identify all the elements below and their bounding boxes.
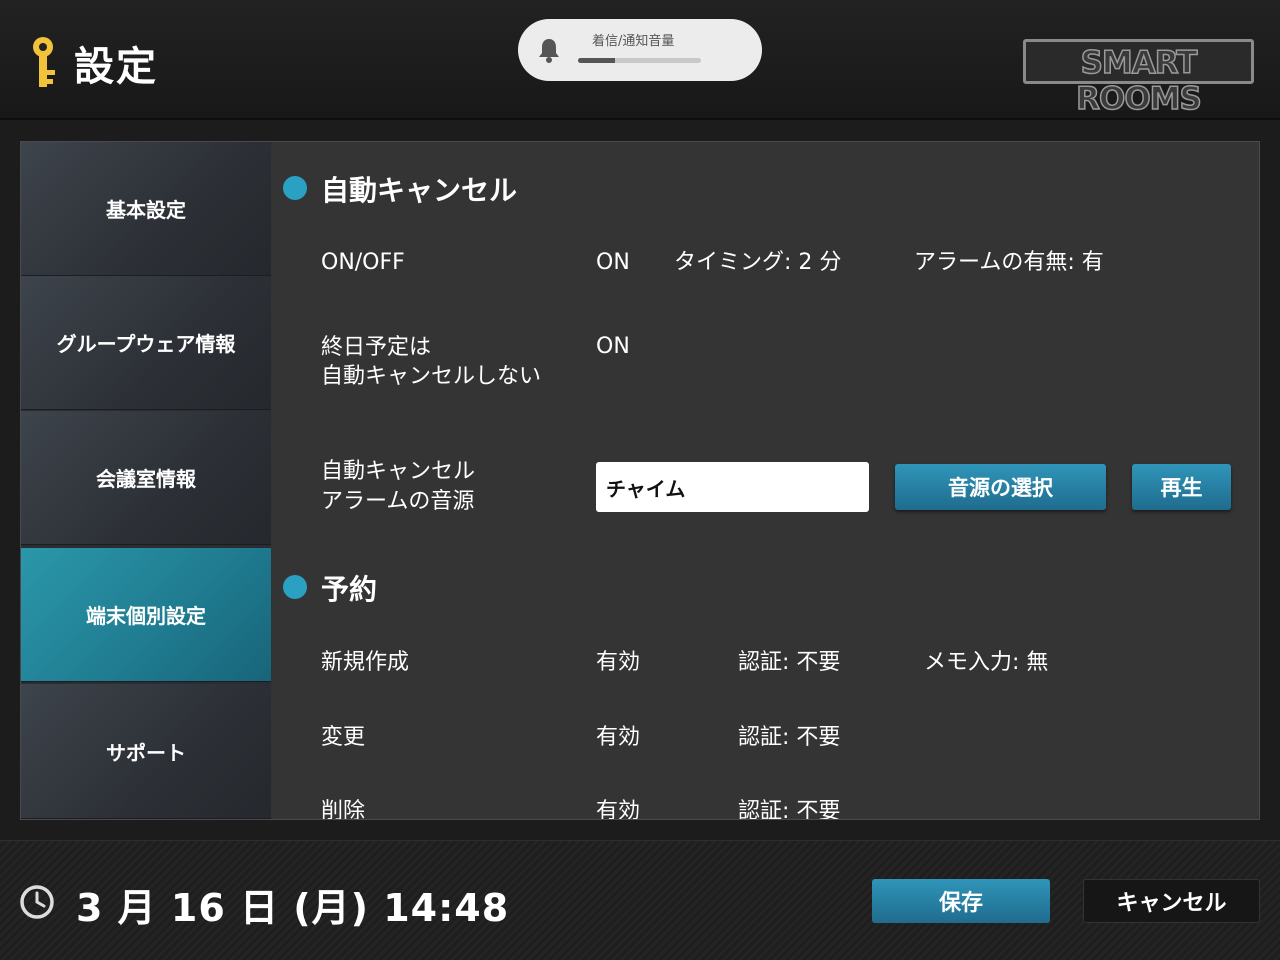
settings-panel: 基本設定 グループウェア情報 会議室情報 端末個別設定 サポート 自動キャンセル… — [20, 141, 1260, 820]
delete-booking-status: 有効 — [596, 799, 641, 819]
alarm-sound-label-line2: アラームの音源 — [321, 489, 475, 514]
sidebar-item-label: 基本設定 — [106, 198, 186, 222]
bell-icon — [539, 39, 559, 63]
sidebar-item-label: 端末個別設定 — [86, 604, 206, 628]
logo-text: SMART ROOMS — [1075, 44, 1202, 118]
volume-control[interactable]: 着信/通知音量 — [518, 19, 762, 81]
onoff-label: ON/OFF — [321, 250, 405, 275]
onoff-value: ON — [596, 250, 630, 275]
allday-value: ON — [596, 334, 630, 359]
footer: 3 月 16 日 (月) 14:48 保存 キャンセル — [0, 840, 1280, 960]
volume-label: 着信/通知音量 — [592, 34, 675, 49]
sidebar-item-support[interactable]: サポート — [21, 684, 271, 819]
cancel-button[interactable]: キャンセル — [1083, 879, 1260, 923]
timing-value: タイミング: 2 分 — [674, 250, 842, 275]
change-booking-status: 有効 — [596, 725, 641, 750]
play-button[interactable]: 再生 — [1132, 464, 1231, 510]
settings-content[interactable]: 自動キャンセル ON/OFF ON タイミング: 2 分 アラームの有無: 有 … — [272, 142, 1259, 819]
delete-booking-label: 削除 — [321, 799, 366, 819]
section-bullet-icon — [283, 575, 307, 599]
volume-slider[interactable] — [578, 58, 701, 63]
current-datetime: 3 月 16 日 (月) 14:48 — [76, 886, 510, 930]
sidebar-item-label: グループウェア情報 — [56, 332, 236, 356]
alarm-sound-field[interactable]: チャイム — [596, 462, 869, 512]
sidebar-item-device-settings[interactable]: 端末個別設定 — [21, 548, 271, 682]
auto-cancel-title: 自動キャンセル — [321, 174, 518, 207]
sidebar-item-label: 会議室情報 — [96, 467, 196, 491]
sidebar: 基本設定 グループウェア情報 会議室情報 端末個別設定 サポート — [21, 142, 271, 819]
change-booking-label: 変更 — [321, 725, 366, 750]
new-booking-label: 新規作成 — [321, 650, 410, 675]
allday-label-line1: 終日予定は — [321, 335, 432, 360]
volume-slider-fill — [578, 58, 615, 63]
sidebar-item-groupware-info[interactable]: グループウェア情報 — [21, 276, 271, 410]
section-bullet-icon — [283, 176, 307, 200]
alarm-sound-label-line1: 自動キャンセル — [321, 459, 476, 484]
header: 設定 着信/通知音量 SMART ROOMS — [0, 0, 1280, 120]
select-sound-button[interactable]: 音源の選択 — [895, 464, 1106, 510]
change-booking-auth: 認証: 不要 — [738, 725, 841, 750]
page-title: 設定 — [74, 44, 158, 90]
save-button[interactable]: 保存 — [872, 879, 1050, 923]
alarm-value: アラームの有無: 有 — [914, 250, 1104, 275]
sidebar-item-basic-settings[interactable]: 基本設定 — [21, 142, 271, 276]
new-booking-status: 有効 — [596, 650, 641, 675]
allday-label-line2: 自動キャンセルしない — [321, 364, 542, 389]
smart-rooms-logo: SMART ROOMS — [1023, 39, 1254, 118]
delete-booking-auth: 認証: 不要 — [738, 799, 841, 819]
sidebar-item-room-info[interactable]: 会議室情報 — [21, 411, 271, 545]
reservation-title: 予約 — [321, 573, 378, 606]
clock-icon — [20, 885, 54, 919]
sidebar-item-label: サポート — [106, 740, 186, 765]
new-booking-auth: 認証: 不要 — [738, 650, 841, 675]
key-icon — [33, 37, 55, 87]
new-booking-memo: メモ入力: 無 — [924, 650, 1049, 675]
